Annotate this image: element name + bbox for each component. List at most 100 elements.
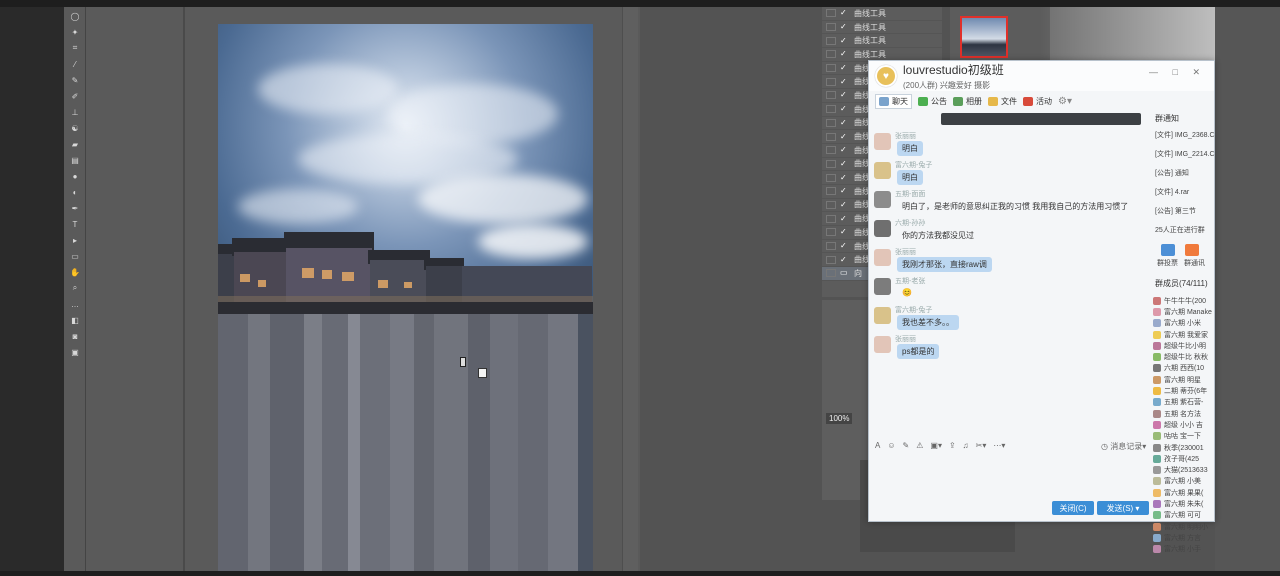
visibility-icon[interactable] [826,255,836,264]
member-item[interactable]: 超级牛比小明 [1153,340,1216,351]
send-button[interactable]: 发送(S) ▾ [1097,501,1149,515]
member-item[interactable]: 五期 名方法 [1153,408,1216,419]
member-item[interactable]: 富六期 小手 [1153,544,1216,555]
snapshot-thumbnail[interactable] [960,16,1008,58]
emoji-icon[interactable]: ☺ [887,441,895,450]
document-scroll-edge[interactable] [622,7,638,571]
history-brush-icon[interactable]: ☯ [68,122,82,134]
magic-wand-tool-icon[interactable]: ✦ [68,26,82,38]
member-item[interactable]: 富六期 方言 [1153,532,1216,543]
vote-icon[interactable] [1161,244,1175,256]
magic-icon[interactable]: ✎ [903,441,910,450]
tab-activity[interactable]: 活动 [1023,96,1052,107]
image-icon[interactable]: ▣▾ [930,441,942,450]
tab-chat[interactable]: 聊天 [875,93,912,109]
avatar[interactable] [874,278,891,295]
visibility-icon[interactable] [826,77,836,86]
pen-tool-icon[interactable]: ✒ [68,202,82,214]
member-item[interactable]: 富六期 小米 [1153,318,1216,329]
visibility-icon[interactable] [826,23,836,32]
notice-item[interactable]: [文件] 4.rar [1155,187,1216,197]
brush-tool-icon[interactable]: ✐ [68,90,82,102]
visibility-icon[interactable] [826,269,836,278]
avatar[interactable] [874,133,891,150]
message-history-button[interactable]: ◷ 消息记录▾ [1101,441,1146,452]
member-item[interactable]: 富六期 可可 [1153,510,1216,521]
member-item[interactable]: 超级 小小 吉 [1153,419,1216,430]
tab-notice[interactable]: 公告 [918,96,947,107]
member-item[interactable]: 二期 蒂芬(6年 [1153,385,1216,396]
visibility-icon[interactable] [826,200,836,209]
eyedropper-tool-icon[interactable]: ⁄ [68,58,82,70]
avatar[interactable] [874,249,891,266]
path-select-icon[interactable]: ▸ [68,234,82,246]
avatar[interactable] [874,220,891,237]
visibility-icon[interactable] [826,50,836,59]
member-item[interactable]: 大猫(2513633 [1153,464,1216,475]
visibility-icon[interactable] [826,64,836,73]
member-item[interactable]: 富六期 朱朱( [1153,498,1216,509]
avatar[interactable] [874,307,891,324]
notice-item[interactable]: [公告] 通知 [1155,168,1216,178]
layer-row[interactable]: ✓曲线工具 [822,7,942,21]
visibility-icon[interactable] [826,132,836,141]
notice-item[interactable]: [文件] IMG_2368.C [1155,130,1216,140]
member-item[interactable]: 秋季(230001 [1153,442,1216,453]
group-avatar[interactable]: ♥ [875,65,897,87]
tab-album[interactable]: 相册 [953,96,982,107]
member-item[interactable]: 富六期 Manake [1153,306,1216,317]
notice-item[interactable]: [公告] 第三节 [1155,206,1216,216]
visibility-icon[interactable] [826,214,836,223]
extra-tools-icon[interactable]: … [68,298,82,310]
hand-tool-icon[interactable]: ✋ [68,266,82,278]
visibility-icon[interactable] [826,36,836,45]
member-item[interactable]: 富六期 明明小 [1153,521,1216,532]
member-item[interactable]: 五期 紫石营- [1153,397,1216,408]
type-tool-icon[interactable]: T [68,218,82,230]
tab-files[interactable]: 文件 [988,96,1017,107]
close-button[interactable]: 关闭(C) [1052,501,1094,515]
layer-row[interactable]: ✓曲线工具 [822,21,942,35]
member-item[interactable]: 咕咕 宝一下 [1153,431,1216,442]
eraser-tool-icon[interactable]: ▰ [68,138,82,150]
settings-gear-icon[interactable]: ⚙▾ [1058,96,1072,107]
notice-item[interactable]: [文件] IMG_2214.C [1155,149,1216,159]
healing-brush-icon[interactable]: ✎ [68,74,82,86]
upload-icon[interactable]: ⇪ [949,441,956,450]
avatar[interactable] [874,191,891,208]
blur-tool-icon[interactable]: ● [68,170,82,182]
member-item[interactable]: 富六期 小美 [1153,476,1216,487]
gradient-tool-icon[interactable]: ▤ [68,154,82,166]
quick-mask-icon[interactable]: ◙ [68,330,82,342]
member-item[interactable]: 午牛牛牛(200 [1153,295,1216,306]
more-icon[interactable]: ⋯▾ [993,441,1005,450]
color-swatches-icon[interactable]: ◧ [68,314,82,326]
member-item[interactable]: 孜子哥(425 [1153,453,1216,464]
contacts-icon[interactable] [1185,244,1199,256]
layer-row[interactable]: ✓曲线工具 [822,34,942,49]
dodge-tool-icon[interactable]: ◐ [68,186,82,198]
photo-canvas[interactable] [218,24,593,571]
visibility-icon[interactable] [826,118,836,127]
avatar[interactable] [874,336,891,353]
visibility-icon[interactable] [826,242,836,251]
screenshot-icon[interactable]: ✂▾ [976,441,987,450]
screen-mode-icon[interactable]: ▣ [68,346,82,358]
zoom-tool-icon[interactable]: ⌕ [68,282,82,294]
font-icon[interactable]: A [875,441,880,450]
shake-icon[interactable]: ⚠ [916,441,923,450]
window-controls[interactable]: — □ ✕ [1149,67,1206,78]
member-item[interactable]: 六期 西西(10 [1153,363,1216,374]
visibility-icon[interactable] [826,173,836,182]
member-item[interactable]: 富六期 明星 [1153,374,1216,385]
member-item[interactable]: 富六期 我爱家 [1153,329,1216,340]
visibility-icon[interactable] [826,91,836,100]
lasso-tool-icon[interactable]: ◯ [68,10,82,22]
visibility-icon[interactable] [826,159,836,168]
member-item[interactable]: 富六期 果果( [1153,487,1216,498]
music-icon[interactable]: ♫ [963,441,969,450]
clone-stamp-icon[interactable]: ⊥ [68,106,82,118]
avatar[interactable] [874,162,891,179]
visibility-icon[interactable] [826,146,836,155]
crop-tool-icon[interactable]: ⌗ [68,42,82,54]
